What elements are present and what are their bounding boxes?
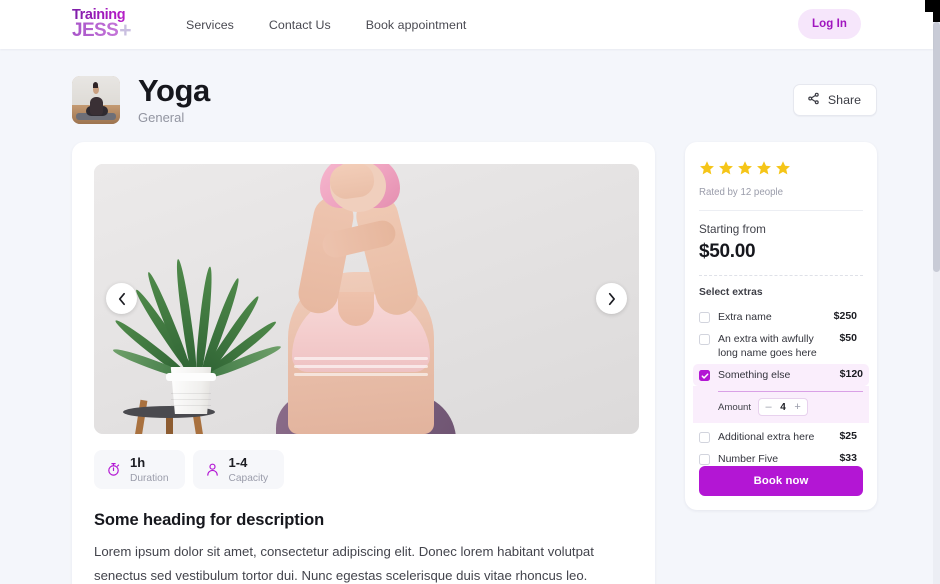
page-title: Yoga: [138, 73, 210, 109]
extra-label-extra-name: Extra name: [718, 311, 772, 323]
person-icon: [205, 462, 220, 477]
extra-label-something-else: Something else: [718, 369, 791, 381]
page-scrollbar-thumb[interactable]: [933, 22, 940, 272]
extra-price-extra-name: $250: [833, 310, 857, 322]
corner-marker-secondary: [933, 12, 940, 22]
extra-price-long-name: $50: [839, 332, 857, 344]
extra-checkbox-number-five[interactable]: [699, 454, 710, 465]
extra-row-something-else[interactable]: Something else $120: [693, 364, 869, 386]
carousel-next-button[interactable]: [596, 283, 627, 314]
star-icon-5: [775, 160, 791, 181]
meta-value-duration: 1h: [130, 454, 146, 470]
booking-sidebar-card: Rated by 12 people Starting from $50.00 …: [685, 142, 877, 510]
extra-price-number-five: $33: [839, 452, 857, 464]
meta-badge-capacity: 1-4 Capacity: [192, 450, 285, 489]
amount-stepper[interactable]: – 4 +: [758, 398, 809, 416]
select-extras-label: Select extras: [699, 287, 763, 298]
extra-checkbox-extra-name[interactable]: [699, 312, 710, 323]
extra-price-something-else: $120: [839, 368, 863, 380]
site-header: Training JESS + Services Contact Us Book…: [0, 0, 933, 49]
amount-decrement-button[interactable]: –: [763, 400, 774, 414]
description-body: Lorem ipsum dolor sit amet, consectetur …: [94, 544, 594, 583]
amount-value: 4: [780, 401, 786, 413]
rating-stars: [699, 160, 863, 181]
corner-marker: [925, 0, 940, 12]
extra-checkbox-additional[interactable]: [699, 432, 710, 443]
share-icon: [807, 92, 820, 108]
extra-row-additional[interactable]: Additional extra here $25: [699, 426, 863, 448]
login-button[interactable]: Log In: [798, 9, 861, 39]
extra-label-number-five: Number Five: [718, 453, 779, 465]
service-thumbnail: [72, 76, 120, 124]
price-value: $50.00: [699, 241, 756, 262]
hero-image-subject: [270, 164, 456, 434]
image-carousel: [94, 164, 639, 434]
extras-list: Extra name $250 An extra with awfully lo…: [693, 306, 869, 491]
extra-row-extra-name[interactable]: Extra name $250: [699, 306, 863, 328]
meta-badge-duration: 1h Duration: [94, 450, 185, 489]
logo-line-2: JESS: [72, 20, 119, 42]
nav-item-services[interactable]: Services: [186, 18, 234, 32]
share-button[interactable]: Share: [792, 84, 877, 116]
meta-value-capacity: 1-4: [228, 454, 248, 470]
star-icon-4: [756, 160, 772, 181]
stopwatch-icon: [106, 462, 121, 477]
service-meta-row: 1h Duration 1-4 Capacity: [94, 450, 633, 489]
amount-label: Amount: [718, 401, 752, 413]
page-header-row: Yoga General Share: [72, 73, 877, 125]
amount-increment-button[interactable]: +: [792, 400, 803, 414]
extra-label-additional: Additional extra here: [718, 431, 815, 443]
nav-item-book-appointment[interactable]: Book appointment: [366, 18, 467, 32]
chevron-left-icon: [117, 292, 126, 306]
starting-from-label: Starting from: [699, 223, 766, 236]
divider-solid: [699, 210, 863, 211]
meta-label-duration: Duration: [130, 472, 169, 484]
amount-control-group: Amount – 4 +: [693, 386, 869, 423]
chevron-right-icon: [607, 292, 616, 306]
extra-row-long-name[interactable]: An extra with awfully long name goes her…: [699, 328, 863, 364]
star-icon-3: [737, 160, 753, 181]
share-button-label: Share: [827, 93, 861, 107]
rating-count-text: Rated by 12 people: [699, 187, 784, 198]
extra-checkbox-long-name[interactable]: [699, 334, 710, 345]
carousel-prev-button[interactable]: [106, 283, 137, 314]
meta-label-capacity: Capacity: [228, 472, 269, 484]
star-icon-1: [699, 160, 715, 181]
page-subtitle: General: [138, 109, 185, 125]
extra-price-additional: $25: [839, 430, 857, 442]
divider-dashed: [699, 275, 863, 276]
main-nav: Services Contact Us Book appointment: [186, 18, 466, 32]
extra-label-long-name: An extra with awfully long name goes her…: [718, 333, 817, 359]
amount-divider: [718, 391, 863, 392]
service-detail-card: 1h Duration 1-4 Capacity Some heading fo…: [72, 142, 655, 584]
star-icon-2: [718, 160, 734, 181]
extra-checkbox-something-else[interactable]: [699, 370, 710, 381]
description-heading: Some heading for description: [94, 511, 325, 529]
logo[interactable]: Training JESS +: [72, 8, 148, 41]
nav-item-contact-us[interactable]: Contact Us: [269, 18, 331, 32]
book-now-button[interactable]: Book now: [699, 466, 863, 496]
logo-plus-icon: +: [119, 19, 132, 43]
